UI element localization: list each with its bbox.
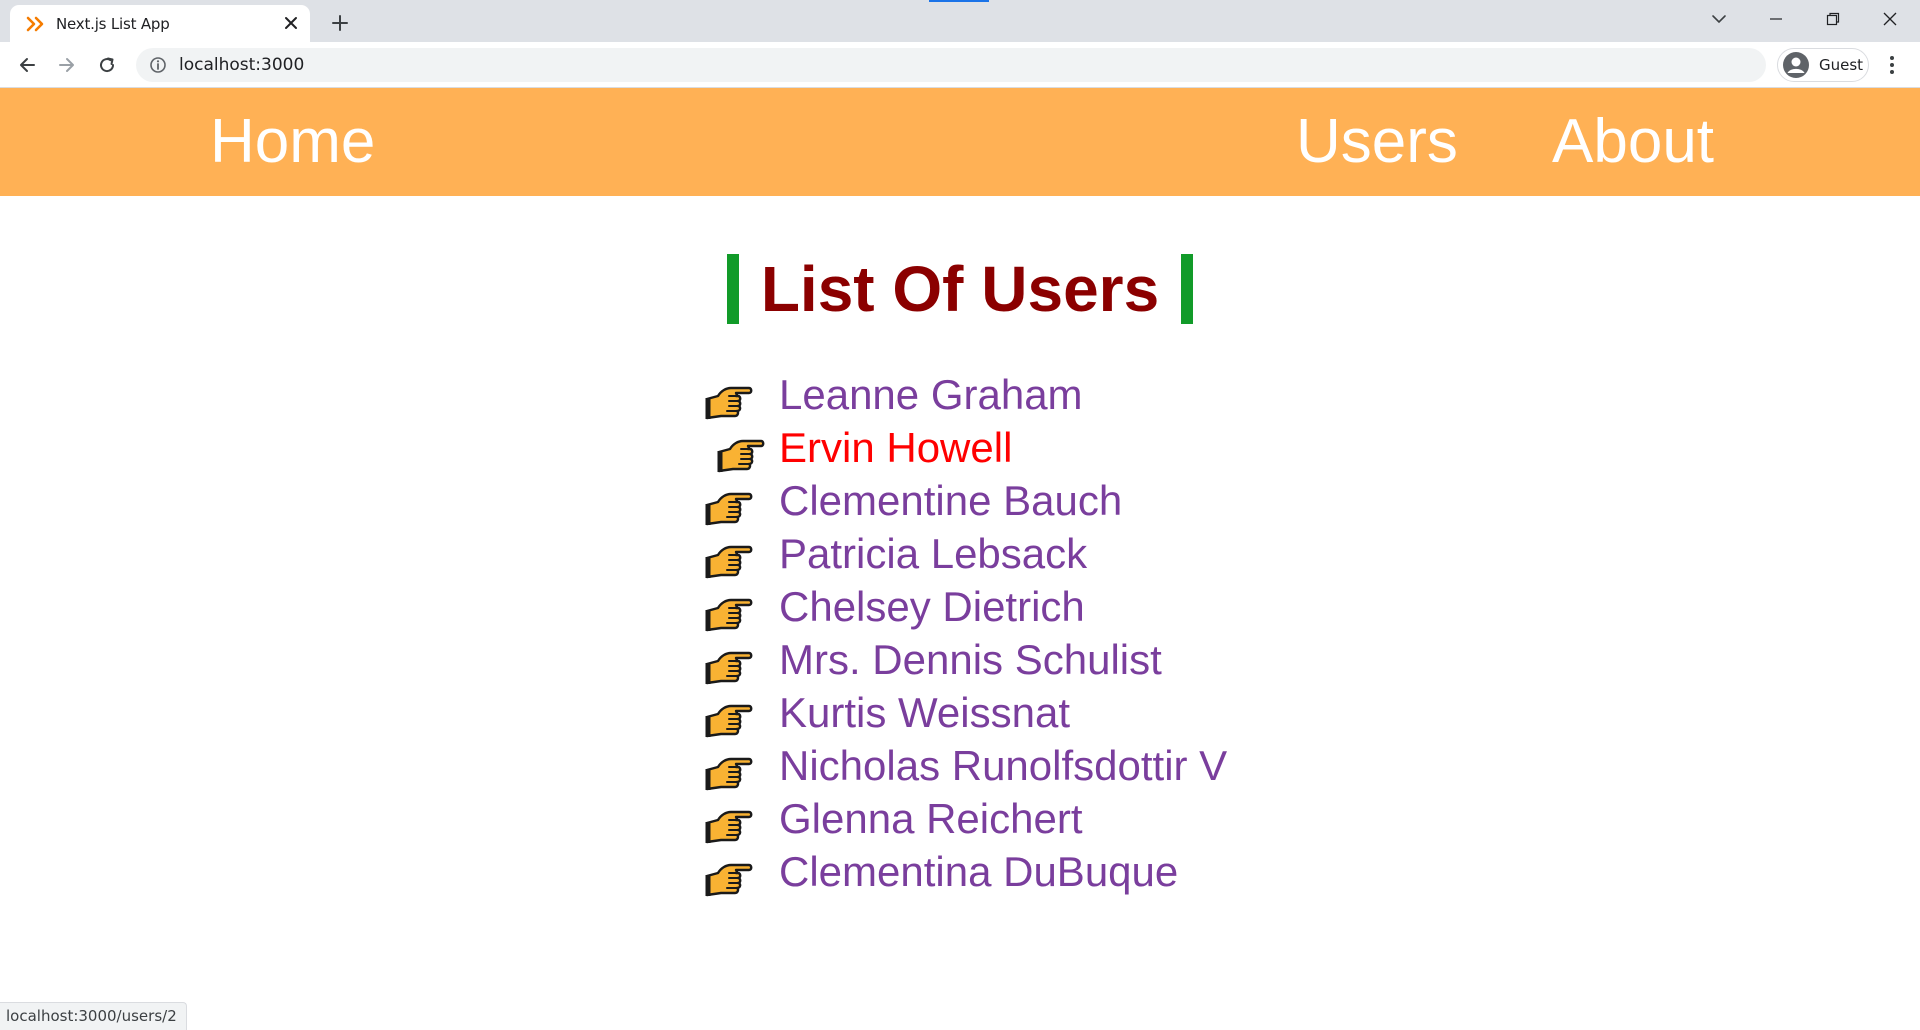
tab-drag-indicator [929, 0, 989, 2]
profile-button[interactable]: Guest [1777, 48, 1869, 82]
heading-left-bar [726, 254, 739, 324]
page-heading: List Of Users [0, 254, 1920, 324]
user-link[interactable]: Clementine Bauch [779, 474, 1122, 527]
site-info-icon[interactable] [149, 56, 167, 74]
address-bar[interactable]: localhost:3000 [136, 48, 1766, 82]
pointing-hand-icon [705, 810, 753, 844]
pointing-hand-icon [705, 386, 753, 420]
user-link[interactable]: Mrs. Dennis Schulist [779, 633, 1162, 686]
close-tab-icon[interactable] [280, 12, 302, 34]
nav-link-users[interactable]: Users [1296, 88, 1458, 196]
tab-title: Next.js List App [56, 14, 170, 33]
site-navbar: Home Users About [0, 88, 1920, 196]
user-link[interactable]: Clementina DuBuque [779, 845, 1178, 898]
pointing-hand-icon [705, 492, 753, 526]
back-arrow-icon[interactable] [11, 49, 43, 81]
user-link[interactable]: Patricia Lebsack [779, 527, 1087, 580]
address-text[interactable]: localhost:3000 [179, 55, 304, 75]
restore-icon[interactable] [1805, 0, 1861, 38]
kebab-menu-icon[interactable] [1878, 51, 1906, 79]
profile-label: Guest [1819, 56, 1864, 74]
double-chevron-icon [26, 14, 46, 34]
pointing-hand-icon [705, 545, 753, 579]
pointing-hand-icon [705, 863, 753, 897]
user-list-item: Clementina DuBuque [0, 845, 1920, 898]
user-list-item: Patricia Lebsack [0, 527, 1920, 580]
reload-icon[interactable] [91, 49, 123, 81]
browser-tab-strip: Next.js List App [0, 0, 1920, 42]
user-link[interactable]: Nicholas Runolfsdottir V [779, 739, 1227, 792]
user-link[interactable]: Chelsey Dietrich [779, 580, 1085, 633]
new-tab-icon[interactable] [326, 9, 354, 37]
pointing-hand-icon [705, 704, 753, 738]
user-list-item: Ervin Howell [0, 421, 1920, 474]
tab-search-icon[interactable] [1691, 0, 1747, 38]
avatar-icon [1782, 51, 1810, 79]
user-list-item: Glenna Reichert [0, 792, 1920, 845]
user-list: Leanne Graham Ervin Howell Clementine Ba… [0, 368, 1920, 898]
user-link[interactable]: Glenna Reichert [779, 792, 1083, 845]
user-list-item: Clementine Bauch [0, 474, 1920, 527]
heading-right-bar [1181, 254, 1194, 324]
pointing-hand-icon [705, 598, 753, 632]
nav-link-about[interactable]: About [1552, 88, 1714, 196]
user-list-item: Mrs. Dennis Schulist [0, 633, 1920, 686]
pointing-hand-icon [705, 757, 753, 791]
browser-toolbar: localhost:3000 Guest [0, 42, 1920, 88]
user-link[interactable]: Ervin Howell [779, 421, 1012, 474]
pointing-hand-icon [717, 439, 765, 473]
pointing-hand-icon [705, 651, 753, 685]
forward-arrow-icon[interactable] [51, 49, 83, 81]
user-list-item: Kurtis Weissnat [0, 686, 1920, 739]
user-list-item: Chelsey Dietrich [0, 580, 1920, 633]
user-list-item: Leanne Graham [0, 368, 1920, 421]
page-title: List Of Users [760, 253, 1160, 325]
status-url-bubble: localhost:3000/users/2 [0, 1002, 187, 1030]
close-window-icon[interactable] [1862, 0, 1918, 38]
browser-tab[interactable]: Next.js List App [10, 5, 310, 42]
user-link[interactable]: Leanne Graham [779, 368, 1083, 421]
nav-link-home[interactable]: Home [210, 88, 375, 196]
minimize-icon[interactable] [1748, 0, 1804, 38]
user-list-item: Nicholas Runolfsdottir V [0, 739, 1920, 792]
user-link[interactable]: Kurtis Weissnat [779, 686, 1070, 739]
